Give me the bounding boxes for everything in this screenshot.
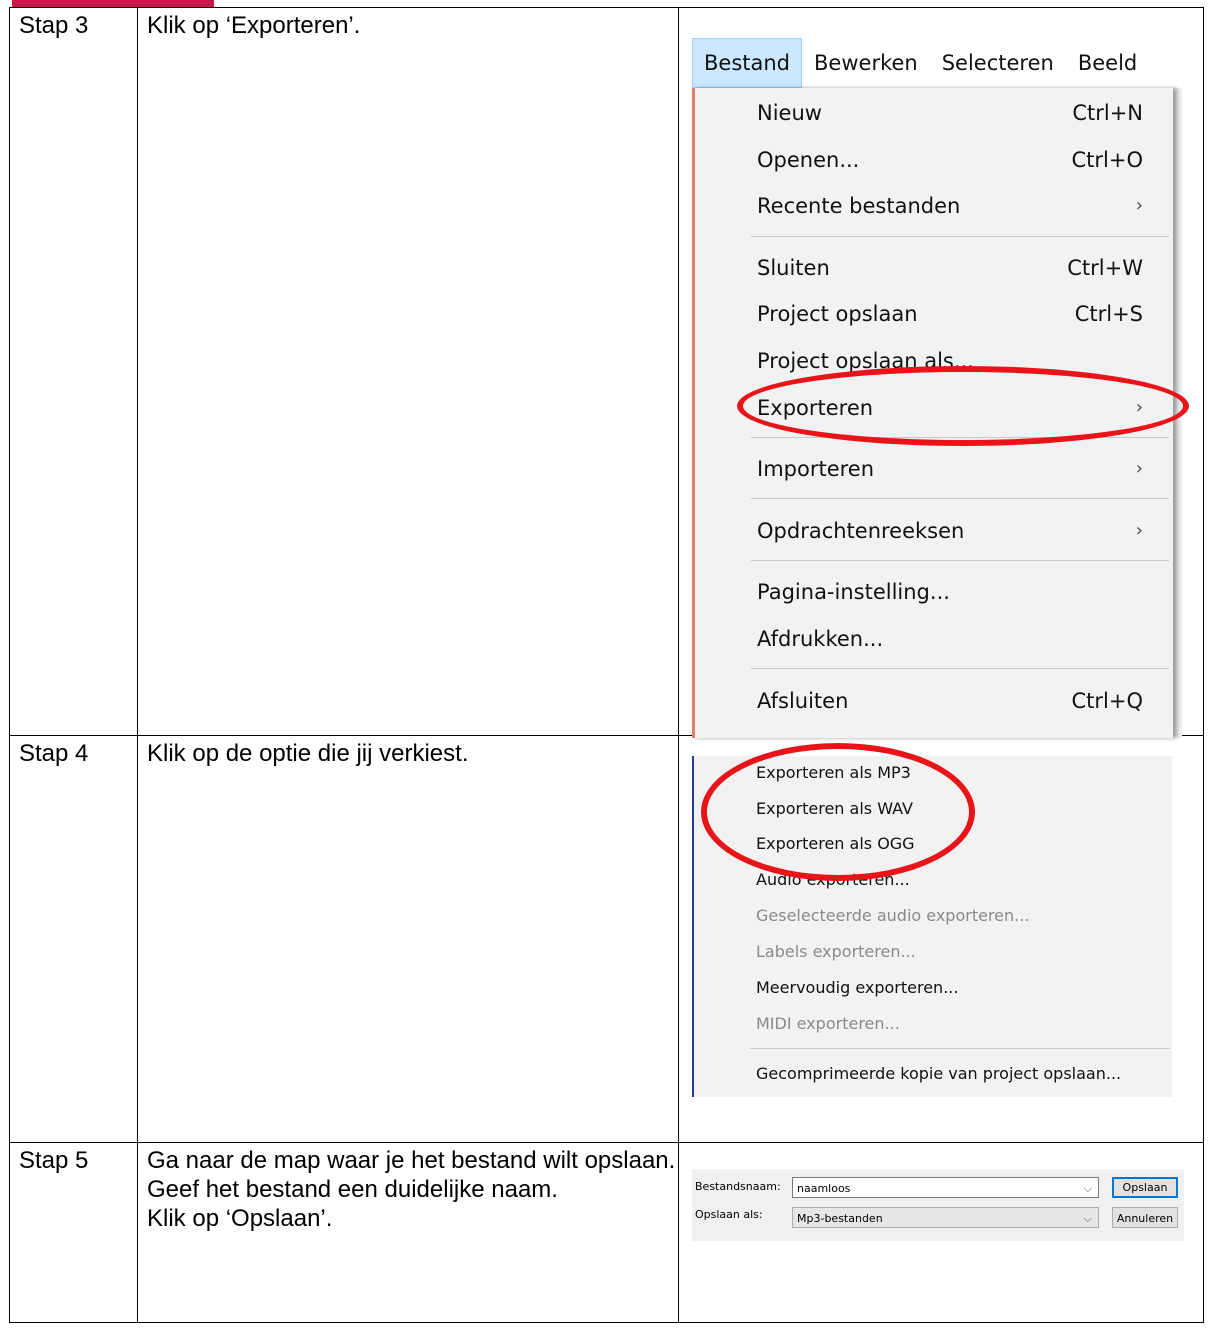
save-button[interactable]: Opslaan	[1112, 1177, 1178, 1198]
chevron-right-icon: ›	[1135, 458, 1143, 479]
menu-beeld[interactable]: Beeld	[1066, 51, 1149, 75]
step-instruction: Klik op de optie die jij verkiest.	[147, 740, 469, 767]
filename-field[interactable]: naamloos ⌵	[792, 1177, 1099, 1198]
menu-item-recente-bestanden[interactable]: Recente bestanden ›	[757, 183, 1153, 229]
shortcut-label: Ctrl+S	[1074, 302, 1143, 326]
menu-item-pagina-instelling[interactable]: Pagina-instelling...	[757, 569, 1153, 615]
export-item-disabled: MIDI exporteren...	[756, 1014, 900, 1033]
menu-separator	[751, 560, 1169, 561]
menu-bar: Bestand Bewerken Selecteren Beeld	[692, 38, 1182, 88]
shortcut-label: Ctrl+Q	[1071, 689, 1144, 713]
chevron-right-icon: ›	[1135, 195, 1143, 216]
menu-item-afsluiten[interactable]: Afsluiten Ctrl+Q	[757, 678, 1153, 724]
menu-item-sluiten[interactable]: Sluiten Ctrl+W	[757, 245, 1153, 291]
shortcut-label: Ctrl+O	[1071, 148, 1144, 172]
menu-item-opdrachtenreeksen[interactable]: Opdrachtenreeksen ›	[757, 508, 1153, 554]
menu-separator	[750, 1048, 1170, 1049]
export-item-disabled: Geselecteerde audio exporteren...	[756, 906, 1030, 925]
step-row: Stap 3 Klik op ‘Exporteren’. Bestand Bew…	[9, 7, 1204, 738]
chevron-right-icon: ›	[1135, 520, 1143, 541]
step-instruction: Ga naar de map waar je het bestand wilt …	[147, 1147, 676, 1232]
step-label: Stap 5	[19, 1147, 89, 1174]
save-dialog-screenshot: Bestandsnaam: naamloos ⌵ Opslaan als: Mp3…	[692, 1169, 1184, 1241]
chevron-down-icon[interactable]: ⌵	[1084, 1178, 1092, 1199]
step-row: Stap 5 Ga naar de map waar je het bestan…	[9, 1142, 1204, 1323]
menu-separator	[751, 236, 1169, 237]
menu-item-project-opslaan[interactable]: Project opslaan Ctrl+S	[757, 291, 1153, 337]
export-submenu-screenshot: Exporteren als MP3 Exporteren als WAV Ex…	[692, 743, 1172, 1097]
filename-label: Bestandsnaam:	[695, 1180, 781, 1193]
highlight-ellipse	[737, 366, 1189, 446]
step-screenshot: Bestandsnaam: naamloos ⌵ Opslaan als: Mp3…	[678, 1142, 1204, 1323]
chevron-down-icon[interactable]: ⌵	[1084, 1208, 1092, 1229]
step-screenshot: Exporteren als MP3 Exporteren als WAV Ex…	[678, 735, 1204, 1143]
save-as-type-select[interactable]: Mp3-bestanden ⌵	[792, 1207, 1099, 1228]
menu-item-importeren[interactable]: Importeren ›	[757, 446, 1153, 492]
shortcut-label: Ctrl+W	[1067, 256, 1143, 280]
file-menu-screenshot: Bestand Bewerken Selecteren Beeld Nieuw C…	[692, 38, 1189, 738]
highlight-ellipse	[701, 743, 975, 881]
menu-separator	[751, 498, 1169, 499]
menu-separator	[751, 668, 1169, 669]
export-item-disabled: Labels exporteren...	[756, 942, 916, 961]
export-item[interactable]: Gecomprimeerde kopie van project opslaan…	[756, 1059, 1121, 1089]
step-row: Stap 4 Klik op de optie die jij verkiest…	[9, 735, 1204, 1143]
menu-selecteren[interactable]: Selecteren	[930, 51, 1066, 75]
menu-item-nieuw[interactable]: Nieuw Ctrl+N	[757, 90, 1153, 136]
step-instruction: Klik op ‘Exporteren’.	[147, 12, 361, 39]
menu-bestand[interactable]: Bestand	[692, 38, 803, 88]
instruction-table: Stap 3 Klik op ‘Exporteren’. Bestand Bew…	[9, 7, 1204, 1323]
save-as-type-label: Opslaan als:	[695, 1208, 763, 1221]
menu-item-afdrukken[interactable]: Afdrukken...	[757, 616, 1153, 662]
step-screenshot: Bestand Bewerken Selecteren Beeld Nieuw C…	[678, 7, 1204, 738]
menu-item-openen[interactable]: Openen... Ctrl+O	[757, 137, 1153, 183]
step-label: Stap 4	[19, 740, 89, 767]
shortcut-label: Ctrl+N	[1072, 101, 1143, 125]
export-item[interactable]: Meervoudig exporteren...	[756, 973, 958, 1003]
menu-bewerken[interactable]: Bewerken	[802, 51, 930, 75]
step-label: Stap 3	[19, 12, 89, 39]
cancel-button[interactable]: Annuleren	[1112, 1207, 1178, 1228]
